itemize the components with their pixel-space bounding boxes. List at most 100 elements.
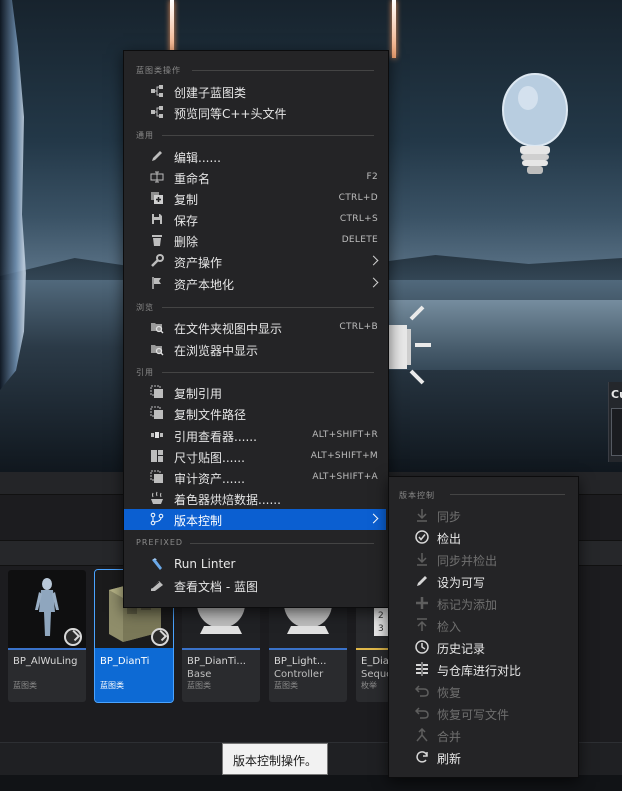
tooltip-text: 版本控制操作。: [233, 754, 318, 768]
section-header-references: 引用: [136, 368, 154, 377]
check-in-icon: [415, 618, 429, 632]
asset-name-line2: Seque: [361, 669, 390, 680]
light-beam-right: [392, 0, 396, 58]
menu-item-show-in-browser[interactable]: 在浏览器中显示: [124, 339, 386, 360]
section-divider: [162, 307, 374, 308]
menu-item-copy-file-path[interactable]: 复制文件路径: [124, 403, 386, 424]
shortcut-label: ALT+SHIFT+A: [312, 472, 378, 482]
linter-icon: [150, 557, 164, 571]
svg-text:3: 3: [378, 624, 384, 634]
menu-item-edit[interactable]: 编辑......: [124, 146, 386, 167]
directional-light-icon[interactable]: [385, 305, 435, 385]
documentation-icon: [150, 578, 164, 592]
pencil-icon: [150, 149, 164, 163]
asset-type: 蓝图类: [100, 681, 124, 690]
folder-search-icon: [150, 342, 164, 356]
shortcut-label: CTRL+D: [338, 193, 378, 203]
source-control-checked-icon: [151, 628, 169, 646]
history-icon: [415, 640, 429, 654]
menu-item-show-in-folder-view[interactable]: 在文件夹视图中显示 CTRL+B: [124, 317, 386, 338]
asset-type: 蓝图类: [187, 681, 211, 690]
revert-icon: [415, 684, 429, 698]
menu-item-label: 着色器烘焙数据......: [174, 493, 281, 507]
check-circle-icon: [415, 530, 429, 544]
menu-item-label: 复制引用: [174, 387, 223, 401]
submenu-item-history[interactable]: 历史记录: [389, 637, 576, 658]
section-divider: [190, 543, 374, 544]
asset-type: 蓝图类: [13, 681, 37, 690]
shortcut-label: ALT+SHIFT+R: [312, 430, 378, 440]
shortcut-label: ALT+SHIFT+M: [310, 451, 378, 461]
menu-item-preview-cpp-header[interactable]: 预览同等C++头文件: [124, 102, 386, 123]
sync-checkout-icon: [415, 552, 429, 566]
menu-item-asset-actions[interactable]: 资产操作: [124, 251, 386, 272]
submenu-item-label: 同步并检出: [437, 554, 498, 568]
submenu-item-make-writable[interactable]: 设为可写: [389, 571, 576, 592]
submenu-item-check-in[interactable]: 检入: [389, 615, 576, 636]
menu-item-label: 版本控制: [174, 514, 223, 528]
menu-item-save[interactable]: 保存 CTRL+S: [124, 209, 386, 230]
section-header-prefixed: PREFIXED: [136, 538, 184, 547]
merge-icon: [415, 728, 429, 742]
menu-item-label: 创建子蓝图类: [174, 86, 247, 100]
submenu-item-label: 刷新: [437, 752, 462, 766]
submenu-item-label: 检入: [437, 620, 462, 634]
menu-item-size-map[interactable]: 尺寸贴图...... ALT+SHIFT+M: [124, 446, 386, 467]
submenu-item-diff-against-depot[interactable]: 与仓库进行对比: [389, 659, 576, 680]
submenu-item-merge[interactable]: 合并: [389, 725, 576, 746]
submenu-item-mark-for-add[interactable]: 标记为添加: [389, 593, 576, 614]
pencil-icon: [415, 574, 429, 588]
submenu-item-sync[interactable]: 同步: [389, 505, 576, 526]
menu-item-label: 删除: [174, 235, 199, 249]
menu-item-duplicate[interactable]: 复制 CTRL+D: [124, 188, 386, 209]
menu-item-run-linter[interactable]: Run Linter: [124, 554, 386, 575]
asset-name: BP_AlWuLing: [13, 656, 78, 667]
menu-item-label: 资产本地化: [174, 278, 235, 292]
cpp-header-icon: [150, 105, 164, 119]
submenu-item-label: 恢复: [437, 686, 462, 700]
submenu-item-label: 设为可写: [437, 576, 486, 590]
flag-icon: [150, 276, 164, 290]
menu-item-asset-localization[interactable]: 资产本地化: [124, 273, 386, 294]
menu-item-delete[interactable]: 删除 DELETE: [124, 230, 386, 251]
submenu-item-sync-and-check-out[interactable]: 同步并检出: [389, 549, 576, 570]
submenu-item-label: 与仓库进行对比: [437, 664, 522, 678]
submenu-item-refresh[interactable]: 刷新: [389, 747, 576, 768]
asset-type-bar: [8, 648, 86, 650]
submenu-item-revert[interactable]: 恢复: [389, 681, 576, 702]
save-icon: [150, 212, 164, 226]
tooltip: 版本控制操作。: [222, 743, 328, 775]
menu-item-label: 保存: [174, 214, 199, 228]
menu-item-label: 预览同等C++头文件: [174, 107, 287, 121]
asset-name-line2: Base: [187, 669, 212, 680]
menu-item-copy-reference[interactable]: 复制引用: [124, 382, 386, 403]
menu-item-create-child-blueprint[interactable]: 创建子蓝图类: [124, 81, 386, 102]
shader-cook-icon: [150, 491, 164, 505]
submenu-item-label: 同步: [437, 510, 462, 524]
source-control-checked-icon: [64, 628, 82, 646]
menu-item-source-control[interactable]: 版本控制: [124, 509, 386, 530]
asset-type: 枚举: [361, 681, 377, 690]
submenu-arrow-icon: [368, 277, 379, 288]
menu-item-label: 复制: [174, 193, 199, 207]
menu-item-rename[interactable]: 重命名 F2: [124, 167, 386, 188]
asset-tile-bp-aiwuling[interactable]: BP_AlWuLing 蓝图类: [8, 570, 86, 702]
point-light-icon[interactable]: [500, 72, 570, 182]
refresh-icon: [415, 750, 429, 764]
asset-type-bar: [95, 648, 173, 650]
menu-item-label: 审计资产......: [174, 472, 245, 486]
menu-item-view-documentation[interactable]: 查看文档 - 蓝图: [124, 575, 386, 596]
section-divider: [162, 135, 374, 136]
submenu-item-check-out[interactable]: 检出: [389, 527, 576, 548]
asset-name: BP_DianTi...: [187, 656, 246, 667]
menu-item-audit-assets[interactable]: 审计资产...... ALT+SHIFT+A: [124, 467, 386, 488]
menu-item-reference-viewer[interactable]: 引用查看器...... ALT+SHIFT+R: [124, 425, 386, 446]
submenu-item-revert-writable-files[interactable]: 恢复可写文件: [389, 703, 576, 724]
trash-icon: [150, 233, 164, 247]
menu-item-label: Run Linter: [174, 557, 236, 571]
menu-item-shader-cook-data[interactable]: 着色器烘焙数据......: [124, 488, 386, 509]
menu-item-label: 复制文件路径: [174, 408, 247, 422]
asset-name: BP_DianTi: [100, 656, 150, 667]
blueprint-class-icon: [150, 84, 164, 98]
source-control-icon: [150, 512, 164, 526]
